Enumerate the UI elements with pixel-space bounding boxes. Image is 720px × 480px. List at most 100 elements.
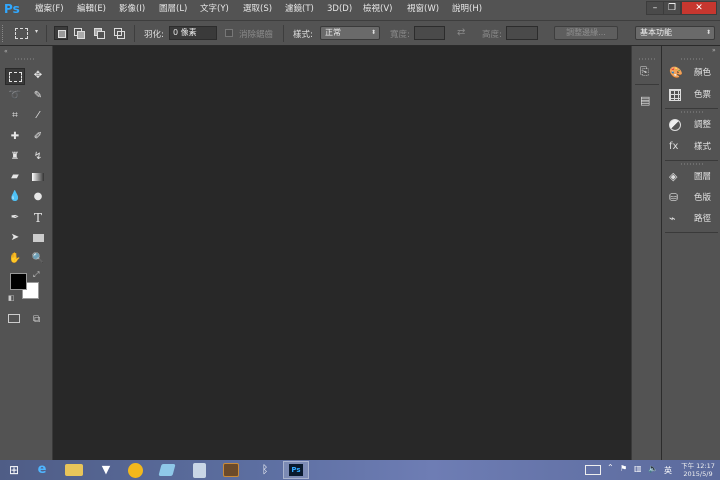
subtract-from-selection-icon[interactable] [93, 27, 105, 39]
notepad-icon[interactable] [193, 463, 206, 478]
workspace-select[interactable]: 基本功能 ⬍ [635, 26, 715, 40]
rectangular-marquee-tool-icon[interactable] [6, 68, 24, 84]
quick-selection-tool-icon[interactable]: ✎ [29, 88, 47, 104]
menu-window[interactable]: 視窗(W) [407, 3, 439, 16]
app-mask-icon[interactable]: ▼ [97, 462, 115, 478]
document-canvas-area[interactable] [53, 46, 631, 460]
panel-styles-label: 樣式 [694, 142, 712, 152]
panel-paths-label: 路徑 [694, 214, 712, 224]
style-select[interactable]: 正常 ⬍ [320, 26, 380, 40]
eyedropper-tool-icon[interactable]: ⁄ [29, 108, 47, 124]
menu-select[interactable]: 選取(S) [243, 3, 272, 16]
menu-view[interactable]: 檢視(V) [363, 3, 392, 16]
height-input[interactable] [506, 26, 538, 40]
gradient-tool-icon[interactable] [29, 169, 47, 185]
lasso-tool-icon[interactable]: ➰ [6, 88, 24, 104]
brush-tool-icon[interactable]: ✐ [29, 129, 47, 145]
divider [635, 84, 659, 85]
photoshop-logo: Ps [4, 2, 20, 16]
app-coin-icon[interactable] [128, 463, 143, 478]
properties-panel-icon[interactable]: ▤ [640, 94, 650, 107]
antialias-label: 消除鋸齒 [239, 30, 274, 40]
styles-icon: fx [669, 141, 679, 152]
dodge-tool-icon[interactable]: ● [29, 189, 47, 205]
eraser-tool-icon[interactable]: ▰ [6, 169, 24, 185]
blur-tool-icon[interactable]: 💧 [6, 189, 24, 205]
expand-panels-icon[interactable]: » [712, 47, 716, 54]
panel-color[interactable]: 🎨 顏色 [666, 64, 718, 82]
add-to-selection-icon[interactable] [73, 27, 85, 39]
width-input[interactable] [414, 26, 445, 40]
close-button[interactable]: ✕ [681, 1, 717, 15]
collapse-toolbar-icon[interactable]: « [4, 48, 8, 55]
flag-icon[interactable]: ⚑ [620, 464, 627, 473]
volume-icon[interactable]: 🔈 [648, 464, 658, 473]
swap-colors-icon[interactable]: ⤢ [33, 270, 39, 280]
history-panel-icon[interactable]: ⎘ [640, 65, 649, 79]
internet-explorer-icon[interactable]: e [33, 462, 51, 478]
intersect-selection-icon[interactable] [113, 27, 125, 39]
panel-styles[interactable]: fx 樣式 [666, 138, 718, 156]
panel-swatches-label: 色票 [694, 90, 712, 100]
bluetooth-icon[interactable]: ᛒ [256, 462, 274, 478]
taskbar-photoshop-active[interactable]: Ps [283, 461, 309, 479]
rectangle-shape-tool-icon[interactable] [29, 230, 47, 246]
zoom-tool-icon[interactable]: 🔍 [29, 251, 47, 267]
app-media-icon[interactable] [223, 463, 239, 477]
type-tool-icon[interactable]: T [29, 210, 47, 226]
adjustments-icon [669, 119, 681, 131]
default-colors-icon[interactable]: ◧ [8, 294, 15, 302]
dock-grip [680, 58, 704, 60]
panel-layers[interactable]: ◈ 圖層 [666, 168, 718, 186]
panel-adjustments[interactable]: 調整 [666, 116, 718, 134]
updown-arrows-icon: ⬍ [705, 29, 711, 36]
photoshop-taskbar-icon: Ps [289, 464, 303, 476]
menu-edit[interactable]: 編輯(E) [77, 3, 106, 16]
new-selection-mode-icon[interactable] [54, 26, 68, 40]
restore-button[interactable]: ❐ [663, 1, 681, 15]
app-window-icon[interactable] [158, 464, 176, 476]
panel-paths[interactable]: ⌁ 路徑 [666, 210, 718, 228]
taskbar-clock[interactable]: 下午 12:17 2015/5/9 [678, 462, 718, 478]
preset-dropdown-arrow-icon[interactable]: ▾ [35, 28, 38, 35]
style-select-value: 正常 [325, 28, 341, 37]
ime-indicator[interactable]: 英 [664, 465, 672, 476]
touch-keyboard-icon[interactable] [585, 465, 601, 475]
panel-channels[interactable]: ⛁ 色版 [666, 189, 718, 207]
crop-tool-icon[interactable]: ⌗ [6, 108, 24, 124]
panel-dock-history: ⎘ ▤ [631, 46, 661, 460]
divider [46, 25, 47, 42]
menu-type[interactable]: 文字(Y) [200, 3, 229, 16]
pen-tool-icon[interactable]: ✒ [6, 210, 24, 226]
clone-stamp-tool-icon[interactable]: ♜ [6, 149, 24, 165]
foreground-color-swatch[interactable] [10, 273, 27, 290]
menu-filter[interactable]: 濾鏡(T) [285, 3, 314, 16]
hand-tool-icon[interactable]: ✋ [6, 251, 24, 267]
move-tool-icon[interactable]: ✥ [29, 68, 47, 84]
network-icon[interactable]: ▥ [634, 464, 642, 473]
screen-mode-icon[interactable]: ⧉ [33, 314, 40, 325]
path-selection-tool-icon[interactable]: ➤ [6, 230, 24, 246]
feather-input[interactable]: 0 像素 [169, 26, 217, 40]
refine-edge-button[interactable]: 調整邊緣... [554, 26, 618, 40]
file-explorer-icon[interactable] [65, 464, 83, 476]
panel-swatches[interactable]: 色票 [666, 86, 718, 104]
minimize-button[interactable]: – [646, 1, 664, 15]
panel-channels-label: 色版 [694, 193, 712, 203]
show-hidden-icons-icon[interactable]: ⌃ [607, 463, 614, 472]
windows-start-icon[interactable]: ⊞ [5, 462, 23, 478]
menu-file[interactable]: 檔案(F) [35, 3, 64, 16]
healing-brush-tool-icon[interactable]: ✚ [6, 129, 24, 145]
antialias-checkbox[interactable] [225, 29, 233, 37]
tools-panel: « ✥ ➰ ✎ ⌗ ⁄ ✚ ✐ ♜ ↯ ▰ 💧 ● ✒ T ➤ ✋ 🔍 ⤢ ◧ … [0, 46, 53, 460]
history-brush-tool-icon[interactable]: ↯ [29, 149, 47, 165]
swap-width-height-icon[interactable]: ⇄ [457, 27, 465, 38]
feather-label: 羽化: [144, 30, 164, 40]
menu-image[interactable]: 影像(I) [119, 3, 145, 16]
quick-mask-icon[interactable] [8, 314, 20, 323]
menu-help[interactable]: 說明(H) [452, 3, 482, 16]
options-grip [2, 25, 6, 42]
menu-layer[interactable]: 圖層(L) [159, 3, 187, 16]
menu-3d[interactable]: 3D(D) [327, 3, 352, 16]
rect-marquee-preset-icon[interactable] [15, 28, 28, 39]
